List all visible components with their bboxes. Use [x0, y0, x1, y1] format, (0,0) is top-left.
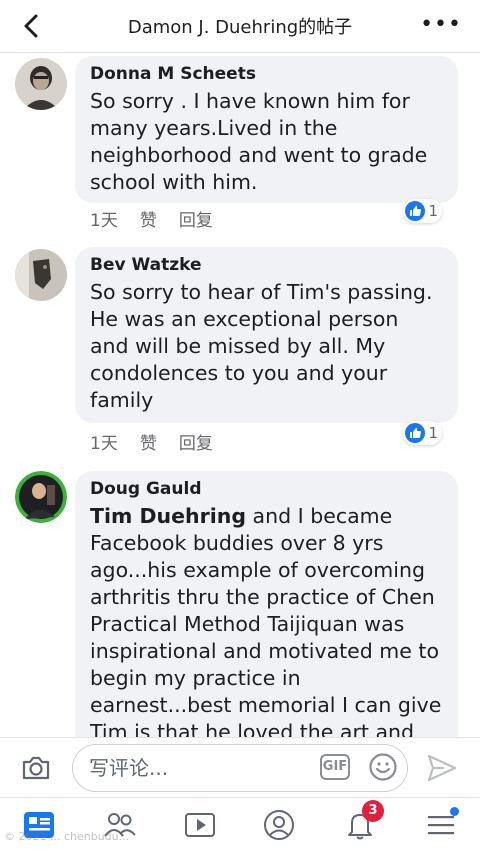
comment-input[interactable]: 写评论...: [72, 744, 408, 792]
send-icon[interactable]: [426, 753, 458, 783]
reaction-count[interactable]: 1: [403, 199, 442, 223]
comment-author[interactable]: Donna M Scheets: [90, 64, 442, 84]
comment-text: So sorry . I have known him for many yea…: [90, 89, 428, 194]
comment-actions: 1天 赞 回复: [90, 206, 213, 231]
avatar[interactable]: [15, 249, 67, 301]
reaction-count[interactable]: 1: [403, 421, 442, 445]
comment-composer: 写评论... GIF: [0, 737, 480, 798]
comments-feed[interactable]: Donna M Scheets So sorry . I have known …: [0, 53, 480, 737]
more-options-icon[interactable]: •••: [420, 14, 462, 36]
bottom-tab-bar: [0, 797, 480, 854]
thumbs-up-icon: [405, 423, 426, 443]
reaction-number: 1: [428, 424, 438, 442]
page-title: Damon J. Duehring的帖子: [127, 17, 353, 38]
menu-indicator-dot: [450, 807, 459, 816]
watermark: © 2021 ... chenbudu...: [4, 830, 130, 843]
comment-bubble[interactable]: Doug Gauld Tim Duehring and I became Fac…: [75, 471, 458, 737]
comment-time: 1天: [90, 211, 118, 231]
comment-actions: 1天 赞 回复: [90, 429, 213, 454]
comment-bubble[interactable]: Bev Watzke So sorry to hear of Tim's pas…: [75, 247, 458, 423]
comment-text: Tim Duehring and I became Facebook buddi…: [90, 503, 442, 737]
profile-tab-icon[interactable]: [262, 808, 296, 842]
like-button[interactable]: 赞: [140, 429, 157, 454]
camera-icon[interactable]: [20, 752, 52, 784]
comment-text-body: and I became Facebook buddies over 8 yrs…: [90, 504, 442, 737]
thumbs-up-icon: [405, 201, 426, 221]
watch-tab-icon[interactable]: [183, 808, 217, 842]
avatar[interactable]: [15, 58, 67, 110]
emoji-icon[interactable]: [368, 752, 398, 782]
top-bar: Damon J. Duehring的帖子 •••: [0, 0, 480, 53]
avatar[interactable]: [15, 471, 67, 523]
comment-time: 1天: [90, 434, 118, 454]
like-button[interactable]: 赞: [140, 206, 157, 231]
reply-button[interactable]: 回复: [179, 429, 213, 454]
mentioned-user-link[interactable]: Tim Duehring: [90, 504, 246, 528]
reaction-number: 1: [428, 202, 438, 220]
back-arrow-icon[interactable]: [18, 12, 46, 40]
comment-author[interactable]: Bev Watzke: [90, 255, 442, 275]
comment-text: So sorry to hear of Tim's passing. He wa…: [90, 280, 433, 412]
comment-bubble[interactable]: Donna M Scheets So sorry . I have known …: [75, 56, 458, 203]
reply-button[interactable]: 回复: [179, 206, 213, 231]
gif-button[interactable]: GIF: [320, 754, 350, 780]
comment-author[interactable]: Doug Gauld: [90, 479, 442, 499]
notification-badge: 3: [362, 800, 384, 822]
